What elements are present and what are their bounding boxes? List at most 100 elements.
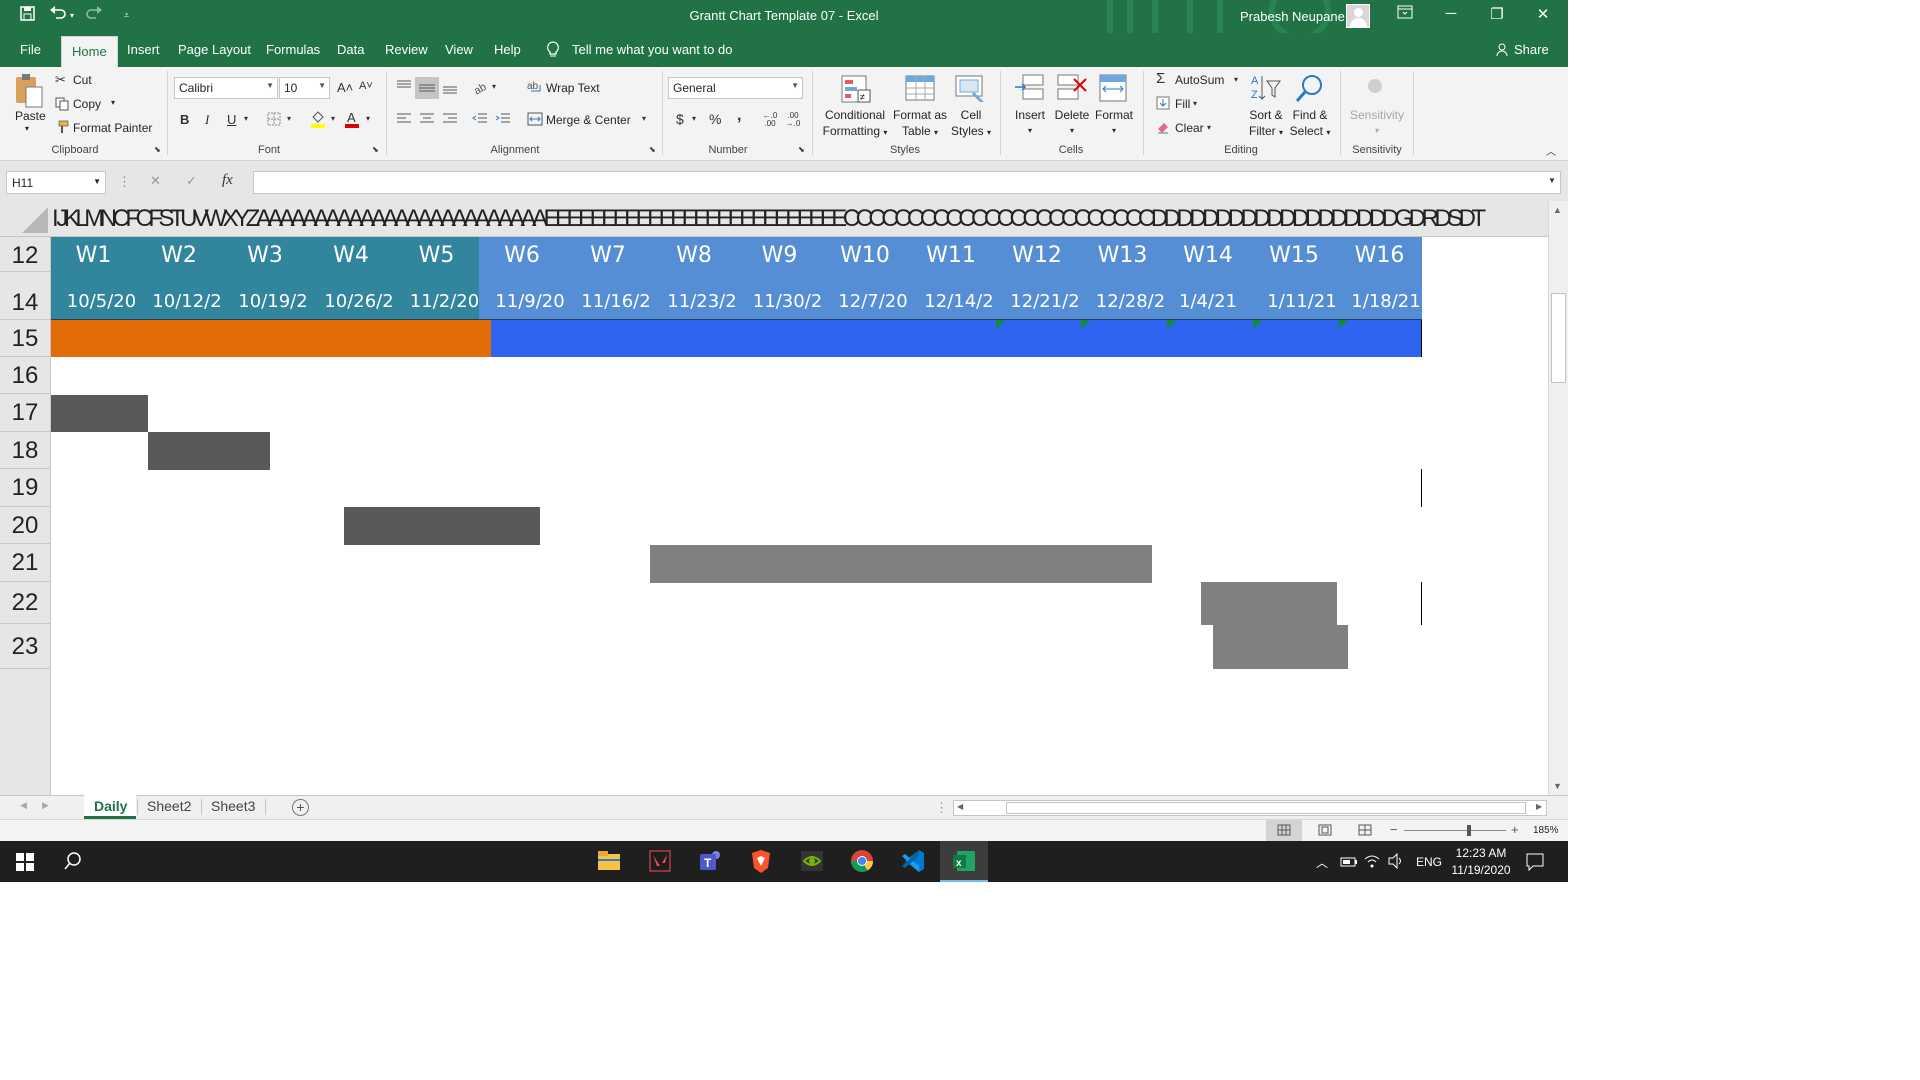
- paste-button[interactable]: Paste: [15, 109, 46, 123]
- format-as-table-button[interactable]: Format as Table ▾: [888, 107, 952, 141]
- windows-start-icon[interactable]: [16, 853, 34, 874]
- fill-dropdown-icon[interactable]: ▾: [1193, 99, 1197, 108]
- valorant-icon[interactable]: [636, 841, 684, 882]
- tab-insert[interactable]: Insert: [127, 42, 160, 57]
- close-button[interactable]: ✕: [1520, 5, 1566, 29]
- hscroll-thumb[interactable]: [1006, 802, 1526, 814]
- file-explorer-icon[interactable]: [585, 841, 633, 882]
- task-bar[interactable]: [1201, 582, 1337, 625]
- comma-style-button[interactable]: ,: [737, 107, 741, 125]
- percent-button[interactable]: %: [709, 111, 721, 127]
- scroll-thumb[interactable]: [1551, 293, 1566, 383]
- task-bar[interactable]: [344, 507, 540, 545]
- tab-data[interactable]: Data: [337, 42, 364, 57]
- decrease-decimal-button[interactable]: .00 →.0: [783, 112, 803, 128]
- row-header-22[interactable]: 22: [0, 582, 50, 624]
- alignment-launcher-icon[interactable]: ⬊: [649, 145, 656, 154]
- zoom-slider-track[interactable]: [1404, 830, 1506, 831]
- chrome-icon[interactable]: [838, 841, 886, 882]
- avatar[interactable]: [1346, 4, 1370, 28]
- find-select-button[interactable]: Find & Select ▾: [1286, 107, 1334, 141]
- page-break-view-icon[interactable]: [1358, 824, 1372, 839]
- nvidia-icon[interactable]: [788, 841, 836, 882]
- cut-button[interactable]: Cut: [73, 73, 92, 87]
- row-headers[interactable]: 12 14 15 16 17 18 19 20 21 22 23: [0, 237, 51, 795]
- format-painter-button[interactable]: Format Painter: [73, 121, 152, 135]
- tab-file[interactable]: File: [20, 42, 41, 57]
- fill-color-icon[interactable]: [310, 110, 326, 131]
- row-header-21[interactable]: 21: [0, 544, 50, 582]
- align-middle-icon[interactable]: [415, 77, 439, 99]
- font-launcher-icon[interactable]: ⬊: [372, 145, 379, 154]
- row-header-14[interactable]: 14: [0, 272, 50, 320]
- vscode-icon[interactable]: [889, 841, 937, 882]
- increase-indent-icon[interactable]: [495, 112, 511, 129]
- row-header-12[interactable]: 12: [0, 237, 50, 272]
- notification-icon[interactable]: [1526, 853, 1544, 874]
- restore-button[interactable]: ❐: [1474, 5, 1520, 29]
- borders-dropdown-icon[interactable]: ▾: [287, 114, 291, 123]
- zoom-out-button[interactable]: −: [1390, 822, 1398, 837]
- tab-home[interactable]: Home: [61, 36, 118, 67]
- align-center-icon[interactable]: [419, 112, 435, 129]
- align-bottom-icon[interactable]: [442, 79, 458, 98]
- wrap-text-icon[interactable]: ab: [527, 79, 543, 96]
- row-header-15[interactable]: 15: [0, 320, 50, 357]
- normal-view-icon[interactable]: [1277, 824, 1291, 839]
- tab-view[interactable]: View: [445, 42, 473, 57]
- cancel-entry-icon[interactable]: ✕: [150, 173, 161, 189]
- add-sheet-button[interactable]: +: [292, 799, 309, 816]
- align-top-icon[interactable]: [396, 79, 412, 96]
- excel-taskbar-icon[interactable]: x: [940, 841, 988, 882]
- scroll-left-icon[interactable]: ◀: [957, 802, 963, 811]
- phase2-bar[interactable]: [491, 320, 1422, 357]
- number-format-combo[interactable]: General ▼: [668, 77, 803, 99]
- clock[interactable]: 12:23 AM 11/19/2020: [1450, 846, 1512, 877]
- fill-button[interactable]: Fill: [1175, 97, 1190, 111]
- wrap-text-button[interactable]: Wrap Text: [546, 81, 600, 95]
- sort-filter-icon[interactable]: AZ: [1250, 73, 1282, 106]
- task-bar[interactable]: [148, 432, 270, 470]
- format-as-table-icon[interactable]: [904, 74, 938, 107]
- grow-font-icon[interactable]: A˄: [337, 80, 353, 95]
- tab-help[interactable]: Help: [494, 42, 521, 57]
- share-button[interactable]: Share: [1514, 42, 1549, 57]
- wifi-icon[interactable]: [1364, 853, 1380, 872]
- italic-button[interactable]: I: [205, 112, 209, 128]
- align-right-icon[interactable]: [442, 112, 458, 129]
- autosum-dropdown-icon[interactable]: ▾: [1234, 75, 1238, 84]
- orientation-icon[interactable]: ab: [472, 79, 490, 98]
- align-left-icon[interactable]: [396, 112, 412, 129]
- vertical-scrollbar[interactable]: ▲ ▼: [1548, 201, 1568, 795]
- delete-cells-button[interactable]: Delete ▾: [1050, 107, 1094, 139]
- fill-icon[interactable]: [1156, 96, 1170, 113]
- sensitivity-button[interactable]: Sensitivity ▾: [1346, 107, 1408, 139]
- show-hidden-icons-icon[interactable]: ︿: [1316, 854, 1328, 871]
- teams-icon[interactable]: T: [686, 841, 734, 882]
- phase1-bar[interactable]: [51, 320, 491, 357]
- delete-cells-icon[interactable]: [1056, 73, 1088, 106]
- format-cells-icon[interactable]: [1098, 73, 1130, 106]
- autosum-icon[interactable]: Σ: [1156, 70, 1165, 87]
- enter-entry-icon[interactable]: ✓: [186, 173, 197, 189]
- insert-cells-icon[interactable]: [1013, 73, 1045, 106]
- sheet-tab-sheet2[interactable]: Sheet2: [147, 798, 191, 814]
- name-box[interactable]: H11 ▼: [6, 171, 106, 194]
- column-headers[interactable]: I JKLMNCFCFSTUVWXYZAAAAAAAAAAAAAAAAAAAAA…: [0, 201, 1568, 237]
- row-header-20[interactable]: 20: [0, 507, 50, 544]
- worksheet-grid[interactable]: W1 W2 W3 W4 W5 W6 W7 W8 W9 W10 W11 W12 W…: [51, 237, 1548, 795]
- formula-input[interactable]: [253, 171, 1561, 194]
- currency-button[interactable]: $: [676, 111, 684, 127]
- language-indicator[interactable]: ENG: [1416, 855, 1442, 869]
- tab-page-layout[interactable]: Page Layout: [178, 42, 251, 57]
- autosum-button[interactable]: AutoSum: [1175, 73, 1224, 87]
- page-layout-view-icon[interactable]: [1318, 824, 1332, 839]
- cut-icon[interactable]: ✂: [55, 72, 66, 88]
- tab-formulas[interactable]: Formulas: [266, 42, 320, 57]
- task-bar[interactable]: [1213, 625, 1348, 669]
- paste-icon[interactable]: [12, 73, 44, 112]
- eraser-icon[interactable]: [1156, 120, 1170, 137]
- battery-icon[interactable]: [1340, 856, 1358, 870]
- underline-button[interactable]: U: [227, 112, 236, 127]
- more-options-icon[interactable]: ⋮: [118, 174, 131, 190]
